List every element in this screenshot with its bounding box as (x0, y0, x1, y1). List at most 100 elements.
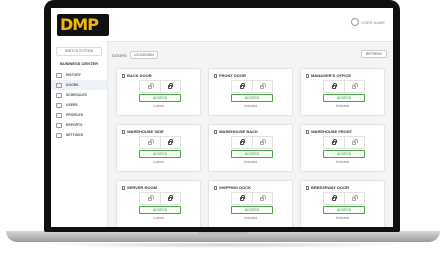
sidebar-item-label: SCHEDULES (66, 93, 87, 97)
laptop-lid: DMP USER NAME SWITCH SYSTEM BUSINESS CEN… (44, 0, 400, 232)
lock-button[interactable] (343, 137, 365, 148)
unlock-button[interactable] (232, 193, 252, 204)
history-icon (56, 72, 62, 78)
door-card: BACK DOOR ACCESS Locked (116, 68, 201, 116)
lock-toggle (231, 192, 273, 205)
sidebar-item-profiles[interactable]: PROFILES (51, 110, 107, 120)
lock-button[interactable] (251, 137, 273, 148)
door-card: WAREHOUSE SIDE ACCESS Locked (116, 124, 201, 172)
door-icon (122, 129, 125, 134)
access-button[interactable]: ACCESS (323, 150, 365, 158)
unlock-button[interactable] (232, 81, 252, 92)
lock-toggle (139, 80, 181, 93)
access-button[interactable]: ACCESS (231, 150, 273, 158)
sidebar: SWITCH SYSTEM BUSINESS CENTER HISTORY DOO… (51, 41, 108, 227)
lock-icon (352, 194, 359, 201)
access-button[interactable]: ACCESS (139, 150, 181, 158)
door-title: FRONT DOOR (214, 73, 246, 78)
access-button[interactable]: ACCESS (231, 94, 273, 102)
unlock-icon (147, 82, 154, 89)
access-button[interactable]: ACCESS (139, 94, 181, 102)
door-name: WAREHOUSE SIDE (127, 129, 164, 134)
lock-icon (168, 194, 174, 201)
sidebar-item-label: USERS (66, 103, 78, 107)
unlock-icon (147, 194, 154, 201)
access-button[interactable]: ACCESS (323, 206, 365, 214)
lock-button[interactable] (159, 81, 181, 92)
door-status: Unlocked (243, 104, 258, 108)
lock-toggle (231, 136, 273, 149)
door-status: Locked (153, 104, 164, 108)
sidebar-item-label: REPORTS (66, 123, 83, 127)
door-card: WAREHOUSE FRONT ACCESS Unlocked (300, 124, 385, 172)
lock-toggle (323, 192, 365, 205)
door-card: BREEZEWAY DOOR ACCESS Unlocked (300, 180, 385, 227)
unlock-button[interactable] (324, 137, 344, 148)
sidebar-item-settings[interactable]: SETTINGS (51, 130, 107, 140)
unlock-icon (331, 82, 337, 89)
lock-button[interactable] (251, 81, 273, 92)
unlock-button[interactable] (232, 137, 252, 148)
lockdown-button[interactable]: LOCKDOWN (129, 51, 158, 59)
business-name: BUSINESS CENTER (59, 61, 98, 66)
door-name: SHIPPING DOCK (219, 185, 252, 190)
sidebar-item-schedules[interactable]: SCHEDULES (51, 90, 107, 100)
door-icon (306, 129, 309, 134)
access-button[interactable]: ACCESS (139, 206, 181, 214)
main-content: DOORS LOCKDOWN REFRESH BACK DOOR ACCESS Lo… (108, 41, 393, 227)
sidebar-item-doors[interactable]: DOORS (51, 80, 107, 90)
lock-toggle (231, 80, 273, 93)
calendar-icon (56, 92, 62, 98)
door-icon (306, 185, 309, 190)
sidebar-item-users[interactable]: USERS (51, 100, 107, 110)
door-status: Locked (153, 216, 164, 220)
refresh-button[interactable]: REFRESH (360, 50, 387, 58)
doors-label: DOORS (112, 52, 127, 58)
door-card: MANAGER'S OFFICE ACCESS Unlocked (300, 68, 385, 116)
unlock-button[interactable] (140, 137, 160, 148)
door-card: FRONT DOOR ACCESS Unlocked (208, 68, 293, 116)
unlock-button[interactable] (324, 81, 344, 92)
brand-logo: DMP (57, 14, 109, 36)
lock-icon (168, 138, 174, 145)
avatar-icon (351, 18, 360, 26)
lock-button[interactable] (251, 193, 273, 204)
unlock-icon (331, 194, 337, 201)
sidebar-item-reports[interactable]: REPORTS (51, 120, 107, 130)
door-icon (214, 129, 217, 134)
door-card: SERVER ROOM ACCESS Locked (116, 180, 201, 227)
user-label: USER NAME (361, 19, 385, 25)
lock-button[interactable] (159, 137, 181, 148)
unlock-icon (331, 138, 337, 145)
door-icon (122, 73, 125, 78)
unlock-button[interactable] (140, 193, 160, 204)
door-name: MANAGER'S OFFICE (311, 73, 352, 78)
unlock-button[interactable] (140, 81, 160, 92)
access-button[interactable]: ACCESS (231, 206, 273, 214)
user-menu[interactable]: USER NAME (351, 18, 385, 26)
switch-system-button[interactable]: SWITCH SYSTEM (56, 47, 102, 56)
lock-toggle (139, 192, 181, 205)
door-icon (214, 73, 217, 78)
access-button[interactable]: ACCESS (323, 94, 365, 102)
gear-icon (56, 132, 62, 138)
lock-icon (260, 138, 267, 145)
door-card: WAREHOUSE BACK ACCESS Unlocked (208, 124, 293, 172)
lock-toggle (323, 136, 365, 149)
lock-button[interactable] (343, 193, 365, 204)
door-name: BREEZEWAY DOOR (311, 185, 350, 190)
door-title: SHIPPING DOCK (214, 185, 251, 190)
lock-button[interactable] (343, 81, 365, 92)
unlock-button[interactable] (324, 193, 344, 204)
unlock-icon (239, 194, 245, 201)
sidebar-item-history[interactable]: HISTORY (51, 70, 107, 80)
door-name: WAREHOUSE FRONT (311, 129, 353, 134)
unlock-icon (239, 138, 245, 145)
door-title: WAREHOUSE SIDE (122, 129, 164, 134)
reports-icon (56, 122, 62, 128)
lock-icon (260, 82, 267, 89)
lock-icon (260, 194, 267, 201)
lock-button[interactable] (159, 193, 181, 204)
door-status: Unlocked (335, 216, 350, 220)
door-status: Unlocked (335, 104, 350, 108)
